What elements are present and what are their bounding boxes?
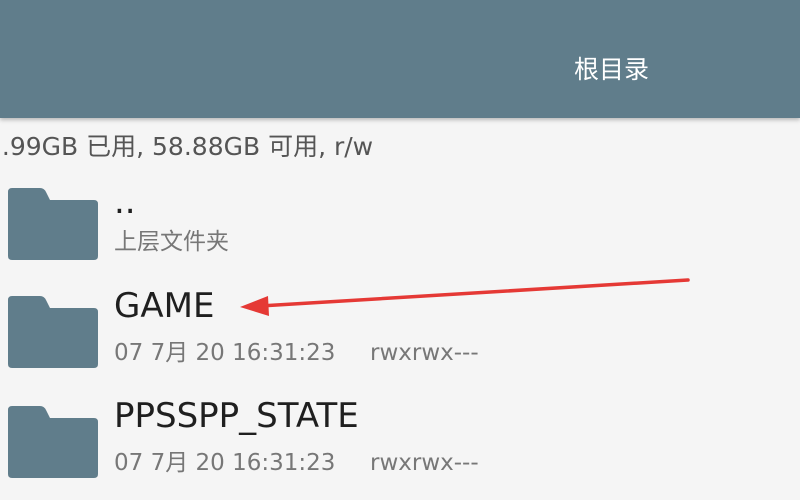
folder-icon [6,294,100,370]
item-name: PPSSPP_STATE [114,396,359,436]
folder-icon [6,186,100,262]
item-permissions: rwxrwx--- [370,340,479,366]
file-manager-screen: 根目录 3.99GB 已用, 58.88GB 可用, r/w .. 上层文件夹 … [0,0,800,500]
folder-icon [6,404,100,480]
list-item-parent-folder[interactable]: .. 上层文件夹 [0,172,800,282]
item-date: 07 7月 20 16:31:23 [114,450,336,476]
toolbar: 根目录 [0,0,800,118]
item-name: .. [114,182,136,222]
list-item-ppsspp-state[interactable]: PPSSPP_STATE 07 7月 20 16:31:23 rwxrwx--- [0,394,800,500]
storage-info: 3.99GB 已用, 58.88GB 可用, r/w [0,132,374,161]
item-name: GAME [114,286,215,326]
item-subtitle: 上层文件夹 [114,229,229,255]
item-permissions: rwxrwx--- [370,450,479,476]
list-item-game[interactable]: GAME 07 7月 20 16:31:23 rwxrwx--- [0,284,800,394]
toolbar-title: 根目录 [574,55,650,84]
item-date: 07 7月 20 16:31:23 [114,340,336,366]
